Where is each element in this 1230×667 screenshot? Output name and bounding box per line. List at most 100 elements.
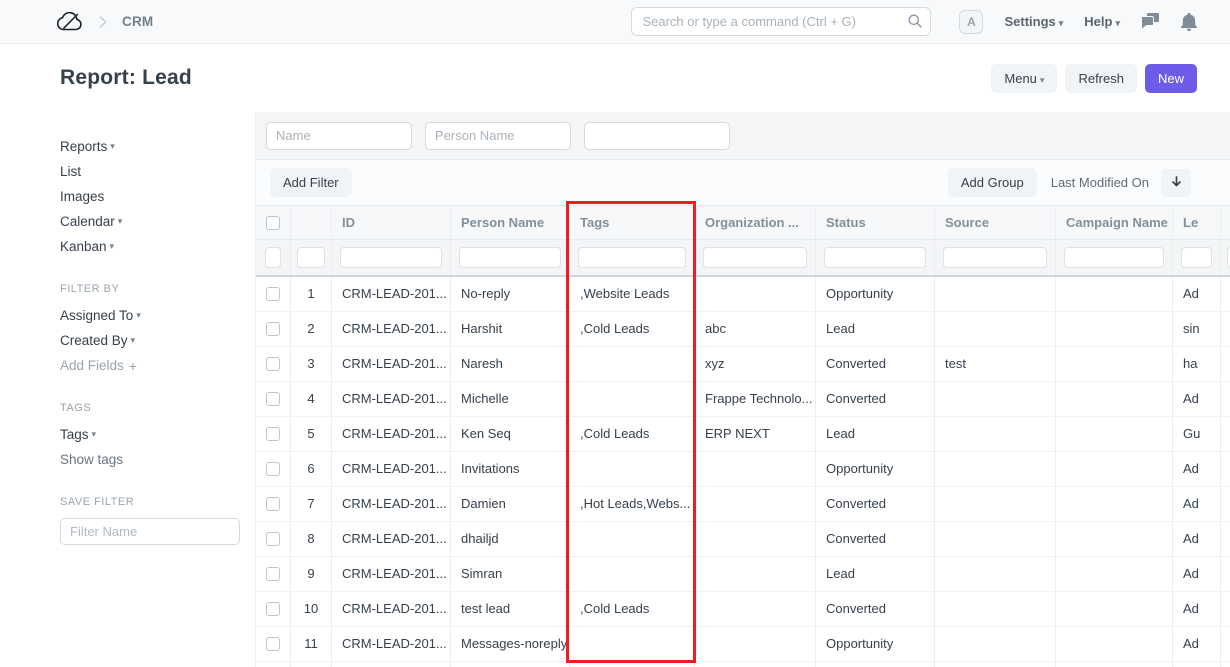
row-checkbox[interactable]: [266, 532, 280, 546]
cell-organization: [695, 277, 816, 311]
table-row: 5CRM-LEAD-201...Ken Seq,Cold LeadsERP NE…: [256, 417, 1230, 452]
column-header-campaign-name[interactable]: Campaign Name: [1056, 206, 1173, 239]
cell-source: [935, 557, 1056, 591]
cell-status: Opportunity: [816, 452, 935, 486]
row-checkbox[interactable]: [266, 497, 280, 511]
quick-filter-name-input[interactable]: [266, 122, 412, 150]
column-filter-input[interactable]: [459, 247, 561, 268]
cell-id-link[interactable]: CRM-LEAD-201...: [332, 522, 451, 556]
cell-source: [935, 417, 1056, 451]
cell-tags: ,Website Leads: [570, 277, 695, 311]
column-filter-input[interactable]: [265, 247, 281, 268]
sidebar-item-calendar[interactable]: Calendar▾: [60, 209, 255, 234]
new-button[interactable]: New: [1145, 64, 1197, 93]
filter-cell: [291, 240, 332, 275]
user-avatar[interactable]: A: [959, 10, 983, 34]
column-filter-input[interactable]: [943, 247, 1047, 268]
row-checkbox[interactable]: [266, 357, 280, 371]
cell-source: [935, 592, 1056, 626]
cell-person-name: Michelle: [451, 382, 570, 416]
column-filter-input[interactable]: [340, 247, 442, 268]
row-checkbox[interactable]: [266, 287, 280, 301]
cell-checkbox: [256, 522, 291, 556]
refresh-button[interactable]: Refresh: [1065, 64, 1137, 93]
assigned-to-filter[interactable]: Assigned To▾: [60, 303, 255, 328]
chevron-down-icon: ▾: [110, 141, 115, 152]
column-header-person-name[interactable]: Person Name: [451, 206, 570, 239]
select-all-checkbox[interactable]: [266, 216, 280, 230]
filter-name-input[interactable]: [60, 518, 240, 545]
sidebar-item-kanban[interactable]: Kanban▾: [60, 234, 255, 259]
sidebar-item-reports[interactable]: Reports▾: [60, 134, 255, 159]
save-filter-label: SAVE FILTER: [60, 496, 255, 508]
cell-id-link[interactable]: CRM-LEAD-201...: [332, 452, 451, 486]
cell-checkbox: [256, 452, 291, 486]
breadcrumb-app[interactable]: CRM: [122, 14, 153, 29]
chevron-down-icon: ▾: [118, 216, 123, 227]
add-fields-button[interactable]: Add Fields+: [60, 353, 255, 378]
frappe-cloud-logo-icon[interactable]: [57, 10, 84, 33]
cell-lead-owner: Ad: [1173, 522, 1221, 556]
cell-row-number: 11: [291, 627, 332, 661]
column-filter-input[interactable]: [297, 247, 325, 268]
row-checkbox[interactable]: [266, 392, 280, 406]
quick-filter-empty-input[interactable]: [584, 122, 730, 150]
column-filter-input[interactable]: [1181, 247, 1212, 268]
cell-extra: [1221, 627, 1230, 661]
column-header-id[interactable]: ID: [332, 206, 451, 239]
cell-status: Lead: [816, 417, 935, 451]
sidebar: Reports▾ List Images Calendar▾ Kanban▾ F…: [0, 112, 255, 667]
table-row: 3CRM-LEAD-201...NareshxyzConvertedtestha: [256, 347, 1230, 382]
cell-id-link[interactable]: CRM-LEAD-201...: [332, 382, 451, 416]
quick-filter-person-name-input[interactable]: [425, 122, 571, 150]
cell-source: [935, 452, 1056, 486]
cell-id-link[interactable]: CRM-LEAD-201...: [332, 277, 451, 311]
add-group-button[interactable]: Add Group: [948, 168, 1037, 197]
created-by-filter[interactable]: Created By▾: [60, 328, 255, 353]
cell-id-link[interactable]: CRM-LEAD-201...: [332, 592, 451, 626]
column-filter-input[interactable]: [703, 247, 807, 268]
row-checkbox[interactable]: [266, 322, 280, 336]
show-tags-button[interactable]: Show tags: [60, 447, 255, 472]
global-search-input[interactable]: [631, 7, 931, 36]
cell-id-link[interactable]: CRM-LEAD-201...: [332, 487, 451, 521]
tags-filter[interactable]: Tags▾: [60, 422, 255, 447]
chevron-down-icon: ▾: [110, 241, 115, 252]
row-checkbox[interactable]: [266, 567, 280, 581]
row-checkbox[interactable]: [266, 427, 280, 441]
column-header-status[interactable]: Status: [816, 206, 935, 239]
sort-direction-button[interactable]: [1161, 169, 1191, 197]
cell-id-link[interactable]: CRM-LEAD-201...: [332, 312, 451, 346]
column-header-tags[interactable]: Tags: [570, 206, 695, 239]
cell-id-link[interactable]: CRM-LEAD-201...: [332, 557, 451, 591]
menu-button[interactable]: Menu▾: [991, 64, 1057, 93]
sort-field-label[interactable]: Last Modified On: [1051, 175, 1149, 190]
column-filter-input[interactable]: [824, 247, 926, 268]
cell-tags: ,Cold Leads: [570, 312, 695, 346]
cell-extra: [1221, 382, 1230, 416]
cell-id-link[interactable]: CRM-LEAD-201...: [332, 347, 451, 381]
notifications-bell-icon[interactable]: [1181, 13, 1197, 31]
column-header-source[interactable]: Source: [935, 206, 1056, 239]
cell-checkbox: [256, 627, 291, 661]
add-filter-button[interactable]: Add Filter: [270, 168, 352, 197]
row-checkbox[interactable]: [266, 462, 280, 476]
column-header-lead-owner[interactable]: Le: [1173, 206, 1221, 239]
help-menu[interactable]: Help▾: [1084, 14, 1120, 29]
sidebar-item-list[interactable]: List: [60, 159, 255, 184]
table-row: 2CRM-LEAD-201...Harshit,Cold LeadsabcLea…: [256, 312, 1230, 347]
cell-checkbox: [256, 312, 291, 346]
column-header-organization[interactable]: Organization ...: [695, 206, 816, 239]
column-filter-input[interactable]: [1064, 247, 1164, 268]
cell-id-link[interactable]: CRM-LEAD-201...: [332, 417, 451, 451]
cell-checkbox: [256, 417, 291, 451]
chat-icon[interactable]: [1141, 13, 1160, 30]
settings-menu[interactable]: Settings▾: [1004, 14, 1063, 29]
column-filter-input[interactable]: [578, 247, 686, 268]
sidebar-item-images[interactable]: Images: [60, 184, 255, 209]
row-checkbox[interactable]: [266, 602, 280, 616]
cell-status: Converted: [816, 382, 935, 416]
cell-person-name: Naresh: [451, 347, 570, 381]
cell-id-link[interactable]: CRM-LEAD-201...: [332, 627, 451, 661]
row-checkbox[interactable]: [266, 637, 280, 651]
